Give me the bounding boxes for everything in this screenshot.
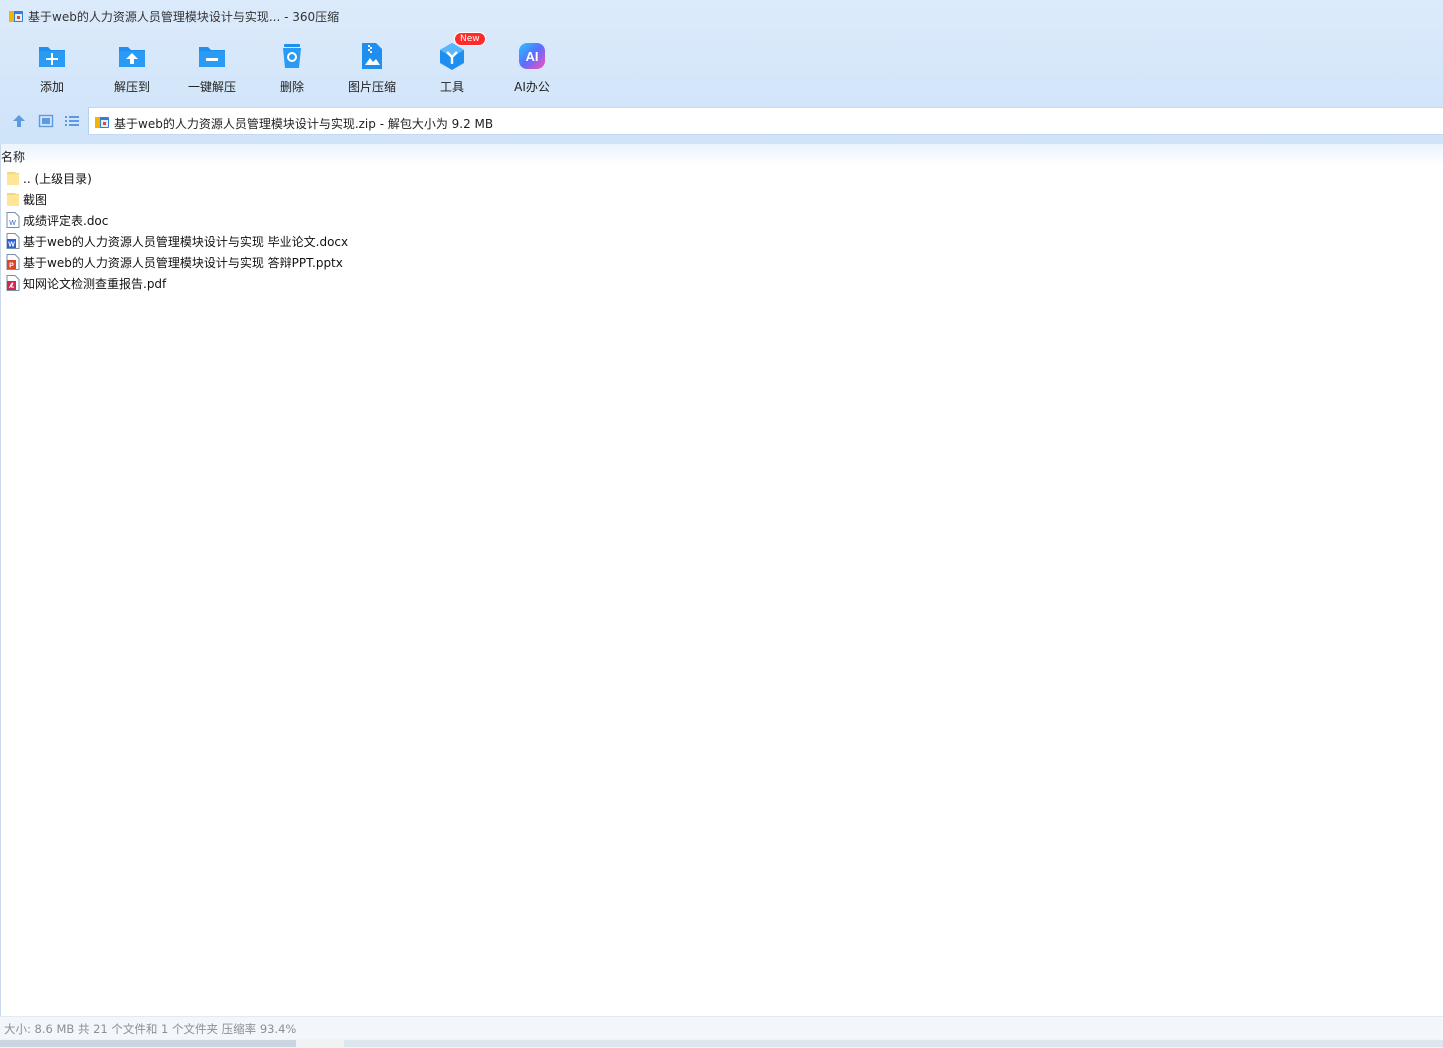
window-title: 基于web的人力资源人员管理模块设计与实现... - 360压缩 xyxy=(28,10,340,24)
svg-text:AI: AI xyxy=(526,49,539,64)
file-name: 成绩评定表.doc xyxy=(23,214,109,228)
list-item[interactable]: .. (上级目录) xyxy=(0,168,700,189)
file-name: 知网论文检测查重报告.pdf xyxy=(23,277,167,291)
status-text: 大小: 8.6 MB 共 21 个文件和 1 个文件夹 压缩率 93.4% xyxy=(4,1022,297,1036)
svg-text:P: P xyxy=(9,263,14,270)
add-label: 添加 xyxy=(39,80,64,94)
pdf-file-icon xyxy=(6,275,20,291)
address-field[interactable]: 基于web的人力资源人员管理模块设计与实现.zip - 解包大小为 9.2 MB xyxy=(88,107,1443,135)
horizontal-scrollbar[interactable] xyxy=(0,1039,1443,1048)
list-item[interactable]: W 基于web的人力资源人员管理模块设计与实现 毕业论文.docx xyxy=(0,231,700,252)
up-arrow-icon[interactable] xyxy=(11,113,27,129)
list-item[interactable]: W 成绩评定表.doc xyxy=(0,210,700,231)
tools-button[interactable]: New 工具 xyxy=(412,32,492,100)
image-compress-icon xyxy=(362,43,382,69)
list-header: 名称 xyxy=(0,144,1443,166)
delete-button[interactable]: 删除 xyxy=(252,38,332,100)
image-compress-label: 图片压缩 xyxy=(347,80,396,94)
list-item[interactable]: 知网论文检测查重报告.pdf xyxy=(0,273,700,294)
one-click-extract-label: 一键解压 xyxy=(187,80,236,94)
list-item[interactable]: 截图 xyxy=(0,189,700,210)
thumbnail-view-icon[interactable] xyxy=(38,113,54,129)
one-click-extract-icon xyxy=(199,47,225,67)
extract-to-button[interactable]: 解压到 xyxy=(92,38,172,100)
top-panel: 基于web的人力资源人员管理模块设计与实现... - 360压缩 添加 解压到 xyxy=(0,0,1443,144)
svg-text:W: W xyxy=(8,242,15,249)
add-folder-icon xyxy=(39,47,65,67)
image-compress-button[interactable]: 图片压缩 xyxy=(332,38,412,100)
ai-office-label: AI办公 xyxy=(514,80,550,94)
file-name: 基于web的人力资源人员管理模块设计与实现 毕业论文.docx xyxy=(23,235,349,249)
delete-label: 删除 xyxy=(279,80,304,94)
extract-to-label: 解压到 xyxy=(113,80,150,94)
new-badge: New xyxy=(454,32,486,46)
word-file-icon: W xyxy=(6,233,20,249)
extract-to-icon xyxy=(119,47,145,67)
recycle-bin-icon xyxy=(283,44,301,68)
doc-file-icon: W xyxy=(6,212,20,228)
list-item[interactable]: P 基于web的人力资源人员管理模块设计与实现 答辩PPT.pptx xyxy=(0,252,700,273)
archive-icon xyxy=(9,11,23,22)
address-bar: 基于web的人力资源人员管理模块设计与实现.zip - 解包大小为 9.2 MB xyxy=(0,106,1443,136)
scrollbar-thumb[interactable] xyxy=(0,1040,296,1047)
file-name: 基于web的人力资源人员管理模块设计与实现 答辩PPT.pptx xyxy=(23,256,343,270)
folder-icon xyxy=(7,172,19,185)
one-click-extract-button[interactable]: 一键解压 xyxy=(172,38,252,100)
address-text: 基于web的人力资源人员管理模块设计与实现.zip - 解包大小为 9.2 MB xyxy=(114,117,494,131)
add-button[interactable]: 添加 xyxy=(12,38,92,100)
folder-icon xyxy=(7,193,19,206)
powerpoint-file-icon: P xyxy=(6,254,20,270)
archive-icon xyxy=(95,117,109,128)
tools-label: 工具 xyxy=(439,80,464,94)
column-name-header[interactable]: 名称 xyxy=(1,148,25,165)
list-view-icon[interactable] xyxy=(64,113,80,129)
ai-office-button[interactable]: AI AI办公 xyxy=(492,38,572,100)
ai-office-icon: AI xyxy=(519,43,545,69)
scrollbar-track-segment xyxy=(344,1040,1443,1047)
file-name: 截图 xyxy=(23,193,48,207)
file-name: .. (上级目录) xyxy=(23,172,92,186)
title-bar: 基于web的人力资源人员管理模块设计与实现... - 360压缩 xyxy=(0,0,1443,32)
svg-text:W: W xyxy=(9,220,16,227)
status-bar: 大小: 8.6 MB 共 21 个文件和 1 个文件夹 压缩率 93.4% xyxy=(0,1016,1443,1039)
